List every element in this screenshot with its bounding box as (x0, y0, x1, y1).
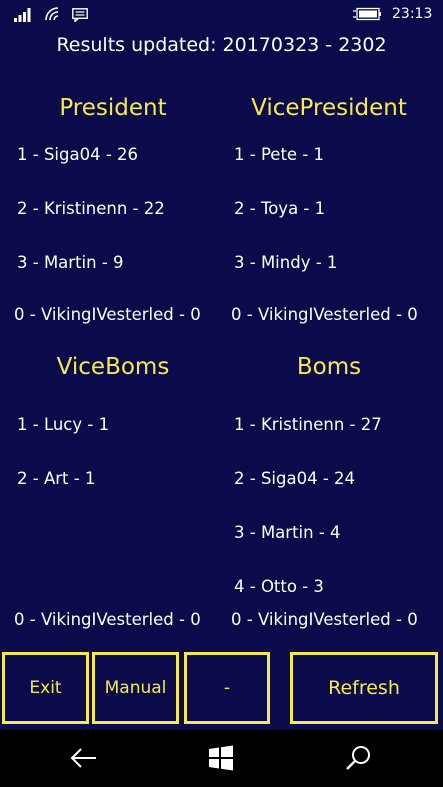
vicepresident-entry: 2 - Toya - 1 (234, 199, 326, 218)
boms-entry: 2 - Siga04 - 24 (234, 469, 356, 488)
manual-button[interactable]: Manual (92, 652, 179, 724)
back-icon[interactable] (70, 744, 98, 772)
viceboms-heading: ViceBoms (56, 354, 170, 380)
vicepresident-entry: 1 - Pete - 1 (234, 145, 325, 164)
vicepresident-entry: 0 - VikingIVesterled - 0 (231, 305, 418, 324)
boms-entry: 4 - Otto - 3 (234, 577, 324, 596)
boms-entry: 3 - Martin - 4 (234, 523, 341, 542)
president-entry: 0 - VikingIVesterled - 0 (14, 305, 201, 324)
battery-icon (353, 7, 381, 21)
boms-heading: Boms (296, 354, 362, 380)
signal-icon (14, 8, 31, 22)
message-icon (72, 8, 88, 22)
results-updated-title: Results updated: 20170323 - 2302 (56, 34, 387, 56)
viceboms-entry: 1 - Lucy - 1 (17, 415, 110, 434)
boms-entry: 1 - Kristinenn - 27 (234, 415, 382, 434)
refresh-button[interactable]: Refresh (290, 652, 438, 724)
president-entry: 2 - Kristinenn - 22 (17, 199, 165, 218)
status-bar: 23:13 (0, 0, 443, 30)
navigation-bar (0, 730, 443, 787)
viceboms-entry: 0 - VikingIVesterled - 0 (14, 610, 201, 629)
president-heading: President (59, 95, 167, 121)
exit-button[interactable]: Exit (2, 652, 89, 724)
viceboms-entry: 2 - Art - 1 (17, 469, 96, 488)
wifi-icon (45, 7, 59, 21)
president-entry: 1 - Siga04 - 26 (17, 145, 139, 164)
dash-button[interactable]: - (184, 652, 270, 724)
president-entry: 3 - Martin - 9 (17, 253, 124, 272)
windows-icon[interactable] (207, 744, 235, 772)
vicepresident-entry: 3 - Mindy - 1 (234, 253, 338, 272)
boms-entry: 0 - VikingIVesterled - 0 (231, 610, 418, 629)
vicepresident-heading: VicePresident (251, 95, 407, 121)
search-icon[interactable] (344, 744, 372, 772)
clock: 23:13 (392, 6, 433, 22)
